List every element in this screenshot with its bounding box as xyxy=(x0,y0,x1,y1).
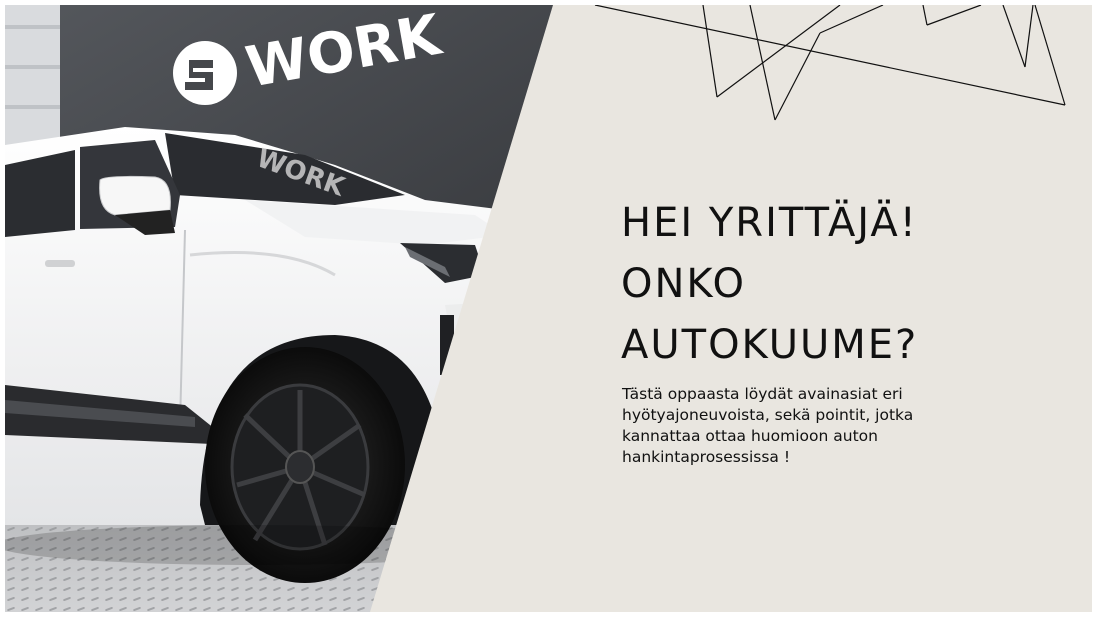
slide: WORK WORK HEI YRITTÄJÄ! ONKO AUTOKUUME? … xyxy=(0,0,1097,617)
page-title: HEI YRITTÄJÄ! ONKO AUTOKUUME? xyxy=(621,193,1061,376)
title-line-3: AUTOKUUME? xyxy=(621,322,919,368)
paragraph-line-2: hyötyajoneuvoista, sekä pointit, jotka xyxy=(622,406,914,424)
intro-paragraph: Tästä oppaasta löydät avainasiat eri hyö… xyxy=(622,384,1022,468)
paragraph-line-3: kannattaa ottaa huomioon auton xyxy=(622,427,878,445)
slide-canvas: WORK WORK HEI YRITTÄJÄ! ONKO AUTOKUUME? … xyxy=(5,5,1092,612)
paragraph-line-1: Tästä oppaasta löydät avainasiat eri xyxy=(622,385,903,403)
title-line-1: HEI YRITTÄJÄ! xyxy=(621,200,918,246)
paragraph-line-4: hankintaprosessissa ! xyxy=(622,448,791,466)
title-line-2: ONKO xyxy=(621,261,746,307)
